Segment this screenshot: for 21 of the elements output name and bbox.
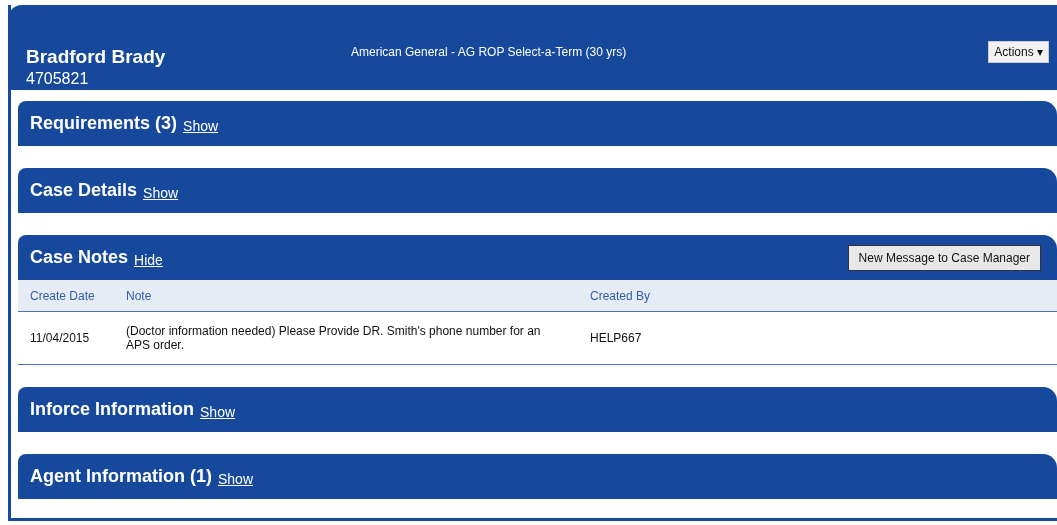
column-header: Note: [116, 280, 578, 312]
section-title: Agent Information (1): [30, 466, 212, 487]
toggle-link[interactable]: Show: [200, 403, 236, 420]
case-number: 4705821: [26, 70, 90, 88]
toggle-link[interactable]: Show: [143, 184, 179, 201]
table-cell: HELP667: [578, 311, 1057, 365]
column-header: Create Date: [18, 280, 116, 312]
table-cell: 11/04/2015: [18, 311, 116, 365]
section-title: Requirements (3): [30, 113, 178, 134]
new-message-button[interactable]: New Message to Case Manager: [847, 244, 1041, 271]
section-title: Inforce Information: [30, 399, 194, 420]
client-name: Bradford Brady: [26, 46, 167, 68]
column-header: Created By: [578, 280, 1057, 312]
toggle-link[interactable]: Show: [218, 470, 254, 487]
actions-button[interactable]: Actions ▾: [988, 41, 1049, 63]
product-name: American General - AG ROP Select-a-Term (30 yrs): [351, 45, 628, 59]
section-title: Case Notes: [30, 247, 129, 268]
toggle-link[interactable]: Hide: [134, 251, 163, 268]
section-title: Case Details: [30, 180, 138, 201]
table-cell: (Doctor information needed) Please Provide DR. Smith's phone number for an APS order.: [116, 311, 578, 365]
toggle-link[interactable]: Show: [183, 117, 219, 134]
